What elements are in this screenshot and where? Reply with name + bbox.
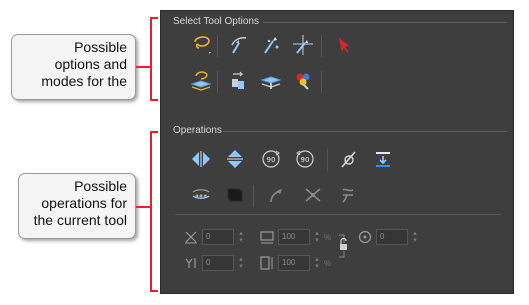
lasso-working-layer-icon[interactable] [189,69,213,93]
svg-text:90: 90 [267,156,276,164]
merge-icon[interactable] [371,147,395,171]
lock-ratio-icon[interactable] [337,233,349,259]
callout-tool-options: Possible options and modes for the [11,34,136,100]
x-position-field[interactable]: 0 ▴ ▾ [183,228,245,246]
y-position-input[interactable]: 0 [202,255,234,271]
toolbar-separator [217,71,218,93]
rotate-90-ccw-icon[interactable]: 90 [293,147,317,171]
y-position-field[interactable]: 0 ▴ ▾ [183,254,245,272]
operations-separator [175,214,501,215]
section-title-operations: Operations [173,125,222,136]
red-bracket [150,17,158,101]
width-field[interactable]: 100 ▴ ▾ % [259,228,331,246]
width-unit: % [324,232,332,242]
angle-input[interactable]: 0 [376,229,408,245]
y-position-spinner[interactable]: ▴ ▾ [237,256,245,270]
flip-horizontal-icon[interactable] [189,147,213,171]
snap-to-layer-icon[interactable] [259,69,283,93]
x-position-spinner[interactable]: ▴ ▾ [237,230,245,244]
callout-line: the current tool [33,212,127,228]
section-rule [223,131,507,132]
toolbar-separator [217,35,218,57]
section-rule [263,22,507,23]
red-bracket [150,131,158,292]
toolbar-separator [321,71,322,93]
callout-operations: Possible operations for the current tool [18,173,136,239]
height-field[interactable]: 100 ▴ ▾ % [259,254,331,272]
svg-text:###: ### [195,194,208,200]
width-spinner[interactable]: ▴ ▾ [313,230,321,244]
toolbar-separator [327,149,328,171]
red-cursor-icon[interactable] [331,33,355,57]
angle-spinner[interactable]: ▴ ▾ [411,230,419,244]
toolbar-separator [321,35,322,57]
distort-icon[interactable] [265,183,289,207]
section-title-select-tool-options: Select Tool Options [173,16,259,27]
rotation-icon [357,229,373,245]
height-spinner[interactable]: ▴ ▾ [313,256,321,270]
transform-icon[interactable] [227,33,251,57]
callout-line: modes for the [41,73,127,89]
smooth-icon[interactable] [337,147,361,171]
height-unit: % [324,258,332,268]
x-axis-icon [183,229,199,245]
callout-line: Possible [74,39,127,55]
callout-connector [136,206,150,208]
angle-field[interactable]: 0 ▴ ▾ [357,228,419,246]
callout-connector [136,66,150,68]
width-input[interactable]: 100 [278,229,310,245]
tool-properties-panel: Select Tool Options Operations 90 90 ###… [160,10,514,294]
callout-line: options and [54,56,127,72]
svg-text:90: 90 [301,156,310,164]
height-icon [259,255,275,271]
lasso-select-icon[interactable] [189,33,213,57]
flip-vertical-icon[interactable] [223,147,247,171]
select-by-center-icon[interactable] [291,33,315,57]
reduce-points-icon[interactable] [337,183,361,207]
cut-icon[interactable] [301,183,325,207]
rotate-90-cw-icon[interactable]: 90 [259,147,283,171]
screenshot-stage: Possible options and modes for the Possi… [0,0,529,305]
callout-line: operations for [41,195,127,211]
create-color-art-icon[interactable] [223,183,247,207]
height-input[interactable]: 100 [278,255,310,271]
color-swap-icon[interactable] [291,69,315,93]
x-position-input[interactable]: 0 [202,229,234,245]
toolbar-separator [253,185,254,207]
select-by-color-icon[interactable] [259,33,283,57]
y-axis-icon [183,255,199,271]
flatten-icon[interactable]: ### [189,183,213,207]
callout-line: Possible [74,178,127,194]
width-icon [259,229,275,245]
apply-to-all-drawings-icon[interactable] [227,69,251,93]
